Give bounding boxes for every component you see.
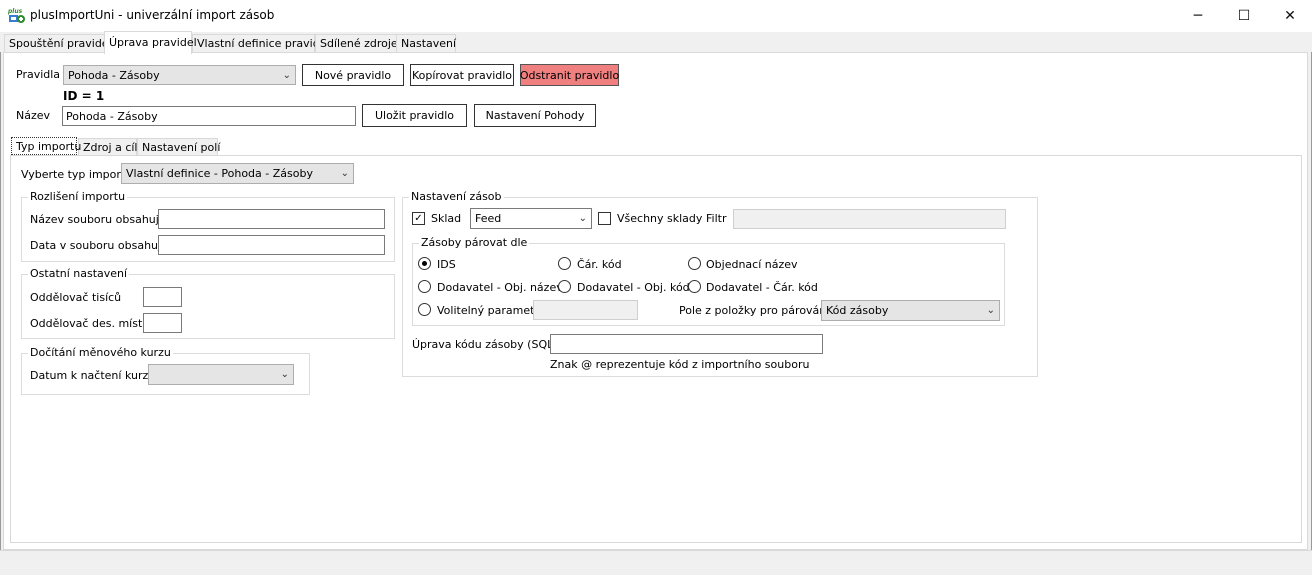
pair-barcode-radio[interactable] — [558, 257, 571, 270]
warehouse-label: Sklad — [431, 212, 462, 225]
data-contains-input[interactable] — [158, 235, 385, 255]
pair-ids-radio[interactable] — [418, 257, 431, 270]
optional-param-input[interactable] — [533, 300, 638, 320]
pair-supplier-order-name-label: Dodavatel - Obj. název — [437, 281, 563, 294]
all-warehouses-checkbox[interactable] — [598, 212, 611, 225]
maximize-button[interactable]: ☐ — [1221, 0, 1267, 32]
close-icon: ✕ — [1284, 8, 1296, 24]
pair-supplier-order-code-radio[interactable] — [558, 280, 571, 293]
chevron-down-icon: ⌄ — [282, 70, 291, 81]
currency-legend: Dočítání měnového kurzu — [28, 346, 173, 359]
new-rule-button[interactable]: Nové pravidlo — [302, 64, 404, 86]
pair-optional-param-radio[interactable] — [418, 303, 431, 316]
pairing-field-select[interactable]: Kód zásoby ⌄ — [821, 300, 1000, 321]
tab-sdilene-zdroje[interactable]: Sdílené zdroje — [315, 34, 398, 53]
sql-input[interactable] — [550, 334, 823, 354]
pair-barcode-label: Čár. kód — [577, 258, 622, 271]
title-bar: plus plusImportUni - univerzální import … — [0, 0, 1312, 32]
pair-supplier-order-code-label: Dodavatel - Obj. kód — [577, 281, 690, 294]
all-warehouses-label: Všechny sklady — [617, 212, 703, 225]
svg-text:plus: plus — [8, 8, 23, 15]
import-type-value: Vlastní definice - Pohoda - Zásoby — [126, 167, 313, 180]
filter-label: Filtr — [706, 212, 727, 225]
name-label: Název — [16, 109, 51, 122]
minimize-icon: ─ — [1193, 8, 1203, 24]
thousands-separator-input[interactable] — [143, 287, 182, 307]
tab-vlastni-definice-pravidel[interactable]: Vlastní definice pravidel — [192, 34, 330, 53]
rules-label: Pravidla — [16, 68, 61, 81]
rules-select-value: Pohoda - Zásoby — [68, 69, 160, 82]
pair-supplier-order-name-radio[interactable] — [418, 280, 431, 293]
pohoda-settings-button[interactable]: Nastavení Pohody — [474, 104, 596, 127]
chevron-down-icon: ⌄ — [280, 369, 289, 380]
copy-rule-button[interactable]: Kopírovat pravidlo — [410, 64, 514, 86]
tab-nastaveni[interactable]: Nastavení — [396, 34, 456, 53]
other-settings-legend: Ostatní nastavení — [28, 267, 130, 280]
subtab-nastaveni-poli[interactable]: Nastavení polí — [137, 138, 220, 156]
tab-spousteni-pravidel[interactable]: Spouštění pravidel — [4, 34, 112, 53]
rule-id: ID = 1 — [63, 89, 105, 103]
subtab-typ-importu[interactable]: Typ importu — [11, 137, 81, 155]
minimize-button[interactable]: ─ — [1175, 0, 1221, 32]
rule-name-input[interactable]: Pohoda - Zásoby — [62, 106, 356, 126]
save-rule-button[interactable]: Uložit pravidlo — [362, 104, 467, 127]
pairing-field-label: Pole z položky pro párování — [679, 304, 830, 317]
filename-contains-input[interactable] — [158, 209, 385, 229]
pairing-field-value: Kód zásoby — [826, 304, 889, 317]
pair-supplier-barcode-label: Dodavatel - Čár. kód — [706, 281, 818, 294]
delete-rule-button[interactable]: Odstranit pravidlo — [520, 64, 619, 86]
warehouse-checkbox[interactable]: ✓ — [412, 212, 425, 225]
tab-uprava-pravidel[interactable]: Úprava pravidel — [104, 31, 197, 54]
decimal-separator-label: Oddělovač des. míst — [30, 317, 143, 330]
import-type-label: Vyberte typ importu — [21, 168, 133, 181]
chevron-down-icon: ⌄ — [986, 305, 995, 316]
pair-optional-param-label: Volitelný parametr — [437, 304, 539, 317]
currency-date-label: Datum k načtení kurzu — [30, 369, 156, 382]
pair-order-name-radio[interactable] — [688, 257, 701, 270]
status-bar — [0, 550, 1312, 575]
data-contains-label: Data v souboru obsahují — [30, 239, 165, 252]
filter-input[interactable] — [733, 209, 1006, 229]
pairing-legend: Zásoby párovat dle — [419, 236, 530, 249]
resolution-legend: Rozlišení importu — [28, 190, 128, 203]
thousands-separator-label: Oddělovač tisíců — [30, 291, 122, 304]
window-title: plusImportUni - univerzální import zásob — [30, 8, 275, 22]
chevron-down-icon: ⌄ — [578, 213, 587, 224]
filename-label: Název souboru obsahuje — [30, 213, 166, 226]
pair-ids-label: IDS — [437, 258, 456, 271]
pair-supplier-barcode-radio[interactable] — [688, 280, 701, 293]
sql-label: Úprava kódu zásoby (SQL) — [412, 338, 558, 351]
app-logo-icon: plus — [7, 6, 26, 24]
maximize-icon: ☐ — [1237, 8, 1251, 24]
import-type-select[interactable]: Vlastní definice - Pohoda - Zásoby ⌄ — [121, 163, 354, 184]
decimal-separator-input[interactable] — [143, 313, 182, 333]
sql-hint: Znak @ reprezentuje kód z importního sou… — [550, 358, 810, 371]
close-button[interactable]: ✕ — [1267, 0, 1312, 32]
stock-settings-legend: Nastavení zásob — [409, 190, 504, 203]
pair-order-name-label: Objednací název — [706, 258, 798, 271]
checkmark-icon: ✓ — [414, 213, 423, 224]
warehouse-select[interactable]: Feed ⌄ — [470, 208, 592, 229]
chevron-down-icon: ⌄ — [340, 168, 349, 179]
rules-select[interactable]: Pohoda - Zásoby ⌄ — [63, 65, 296, 85]
subtab-zdroj-a-cil[interactable]: Zdroj a cíl — [78, 138, 137, 156]
warehouse-value: Feed — [475, 212, 502, 225]
currency-date-select[interactable]: ⌄ — [148, 364, 294, 385]
